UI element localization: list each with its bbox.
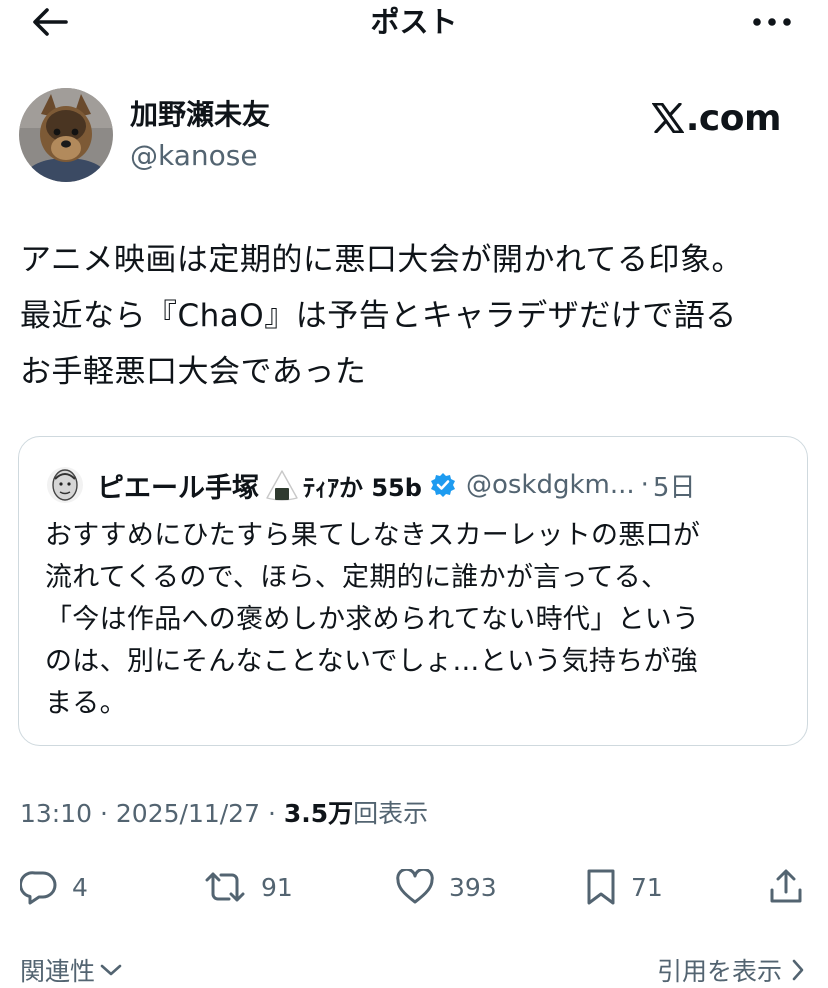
share-icon	[770, 869, 802, 903]
onigiri-icon	[265, 469, 299, 501]
quote-name-suffix: ﾃｨｱか 55b	[303, 473, 422, 502]
chevron-down-icon	[100, 964, 122, 976]
logo-text: .com	[685, 97, 782, 139]
portrait-avatar-image	[47, 467, 83, 503]
quote-text: おすすめにひたすら果てしなきスカーレットの悪口が 流れてくるので、ほら、定期的に…	[45, 520, 701, 719]
like-count: 393	[449, 872, 497, 902]
avatar[interactable]	[19, 88, 113, 182]
retweet-count: 91	[261, 872, 293, 902]
heart-icon	[396, 869, 434, 904]
verified-badge-icon	[430, 472, 456, 498]
share-button[interactable]	[768, 862, 804, 912]
page-title: ポスト	[370, 5, 458, 39]
author-handle[interactable]: @kanose	[130, 137, 258, 175]
view-quotes-label: 引用を表示	[656, 957, 782, 986]
quoted-post-card[interactable]: ピエール手塚 ﾃｨｱか 55b @oskdgkm... · 5日 おすすめにひた…	[18, 436, 808, 746]
quote-header: ピエール手塚 ﾃｨｱか 55b @oskdgkm... · 5日	[97, 465, 695, 505]
views-count: 3.5万	[283, 799, 354, 828]
sort-relevance-dropdown[interactable]: 関連性	[20, 952, 123, 988]
views-label: 回表示	[353, 799, 429, 828]
x-com-logo: .com	[651, 96, 782, 140]
quote-avatar	[47, 467, 83, 503]
view-quotes-link[interactable]: 引用を表示	[657, 952, 806, 988]
bookmark-button[interactable]: 71	[585, 862, 663, 912]
author-display-name[interactable]: 加野瀬未友	[130, 96, 270, 134]
meta-separator: ·	[267, 799, 276, 828]
more-options-button[interactable]	[744, 2, 800, 42]
x-logo-icon	[651, 103, 684, 133]
sort-label: 関連性	[20, 957, 96, 986]
more-horizontal-icon	[753, 18, 791, 26]
post-time: 13:10	[20, 799, 93, 828]
bookmark-count: 71	[631, 872, 663, 902]
post-meta: 13:10 · 2025/11/27 · 3.5万回表示	[20, 796, 428, 832]
bookmark-icon	[587, 869, 615, 905]
post-text: アニメ映画は定期的に悪口大会が開かれてる印象。 最近なら『ChaO』は予告とキャ…	[20, 242, 743, 390]
reply-count: 4	[72, 872, 88, 902]
quote-handle: @oskdgkm...	[465, 470, 635, 500]
retweet-icon	[205, 872, 245, 902]
quote-age: 5日	[652, 472, 696, 503]
like-button[interactable]: 393	[395, 862, 497, 912]
meta-separator: ·	[100, 799, 108, 828]
dog-avatar-image	[19, 88, 113, 182]
post-date: 2025/11/27	[115, 799, 260, 828]
reply-button[interactable]: 4	[20, 862, 88, 912]
retweet-button[interactable]: 91	[203, 862, 293, 912]
reply-icon	[20, 871, 57, 905]
chevron-right-icon	[792, 959, 804, 981]
quote-display-name: ピエール手塚	[97, 472, 259, 504]
quote-separator: ·	[640, 470, 649, 500]
